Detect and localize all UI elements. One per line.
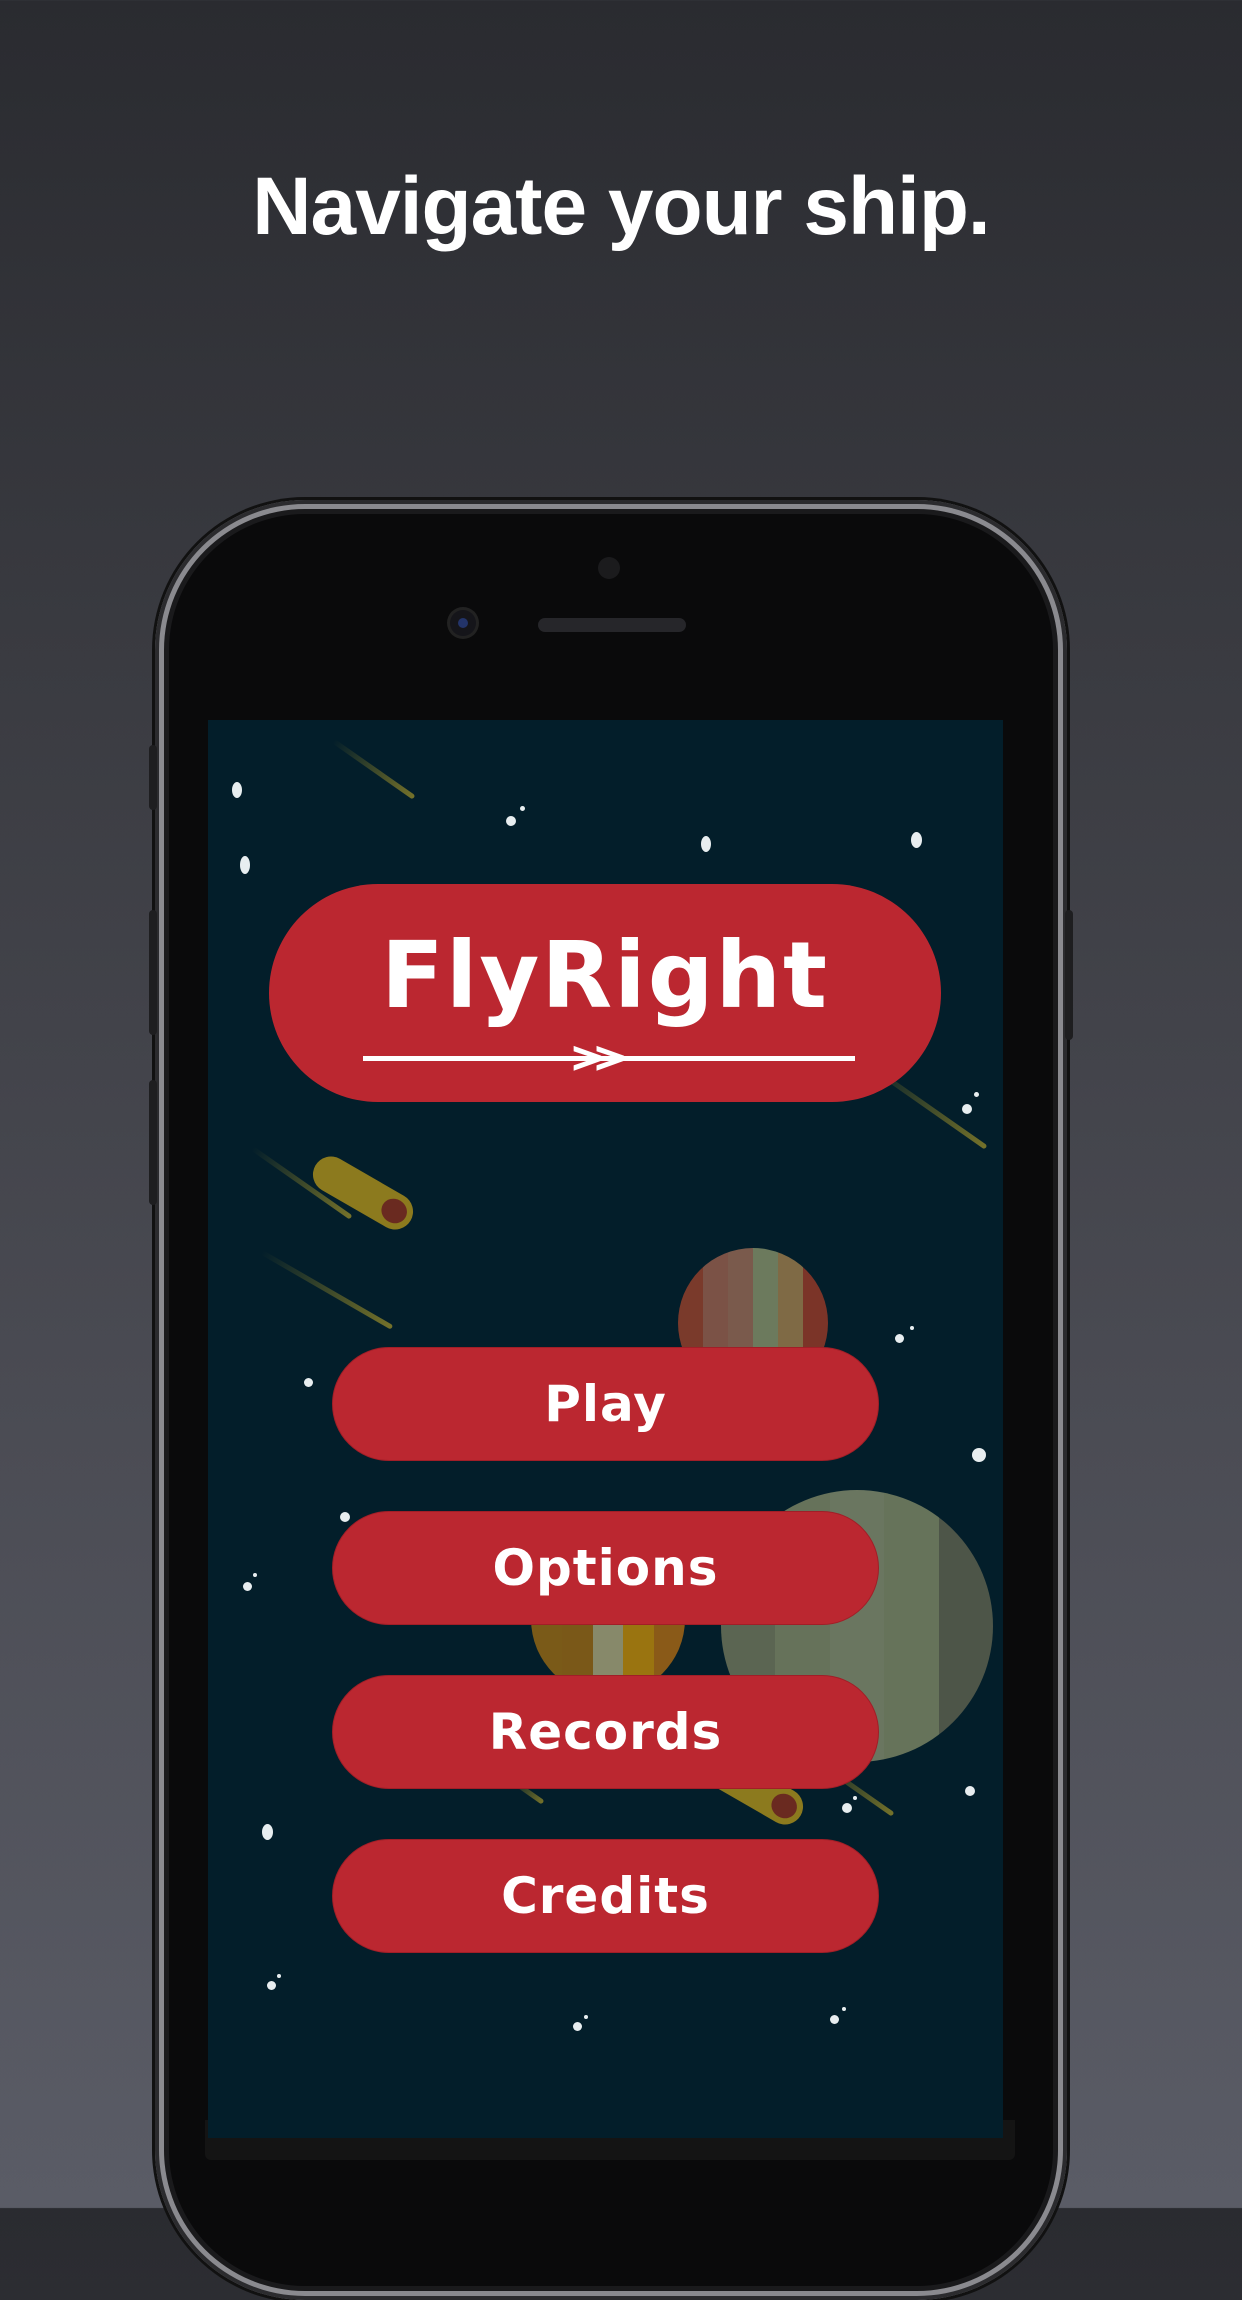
star bbox=[830, 2015, 839, 2024]
mute-switch bbox=[149, 745, 157, 810]
star bbox=[253, 1573, 257, 1577]
game-screen: FlyRight >> Play Options Records Credits bbox=[208, 720, 1003, 2138]
star bbox=[240, 856, 250, 874]
star bbox=[277, 1974, 281, 1978]
flyright-logo: FlyRight >> bbox=[269, 884, 941, 1102]
headline: Navigate your ship. bbox=[252, 161, 990, 252]
star bbox=[853, 1796, 857, 1800]
star bbox=[573, 2022, 582, 2031]
star bbox=[911, 832, 922, 848]
star bbox=[910, 1326, 914, 1330]
star bbox=[965, 1786, 975, 1796]
comet-trail bbox=[260, 1250, 394, 1330]
star bbox=[962, 1104, 972, 1114]
play-button[interactable]: Play bbox=[332, 1347, 879, 1461]
volume-down-button bbox=[149, 1080, 157, 1205]
earpiece-speaker bbox=[538, 618, 686, 632]
options-button[interactable]: Options bbox=[332, 1511, 879, 1625]
power-button bbox=[1065, 910, 1073, 1040]
star bbox=[520, 806, 525, 811]
star bbox=[842, 2007, 846, 2011]
front-camera-icon bbox=[450, 610, 476, 636]
double-arrow-icon: >> bbox=[569, 1032, 629, 1083]
star bbox=[243, 1582, 252, 1591]
star bbox=[584, 2015, 588, 2019]
volume-up-button bbox=[149, 910, 157, 1035]
records-button[interactable]: Records bbox=[332, 1675, 879, 1789]
star bbox=[262, 1824, 273, 1840]
meteor bbox=[306, 1149, 420, 1237]
star bbox=[842, 1803, 852, 1813]
star bbox=[232, 782, 242, 798]
star bbox=[972, 1448, 986, 1462]
star bbox=[974, 1092, 979, 1097]
logo-title: FlyRight bbox=[380, 922, 830, 1029]
star bbox=[267, 1981, 276, 1990]
star bbox=[701, 836, 711, 852]
star bbox=[304, 1378, 313, 1387]
proximity-sensor bbox=[598, 557, 620, 579]
star bbox=[340, 1512, 350, 1522]
star bbox=[895, 1334, 904, 1343]
credits-button[interactable]: Credits bbox=[332, 1839, 879, 1953]
star bbox=[506, 816, 516, 826]
comet-trail bbox=[332, 739, 416, 800]
